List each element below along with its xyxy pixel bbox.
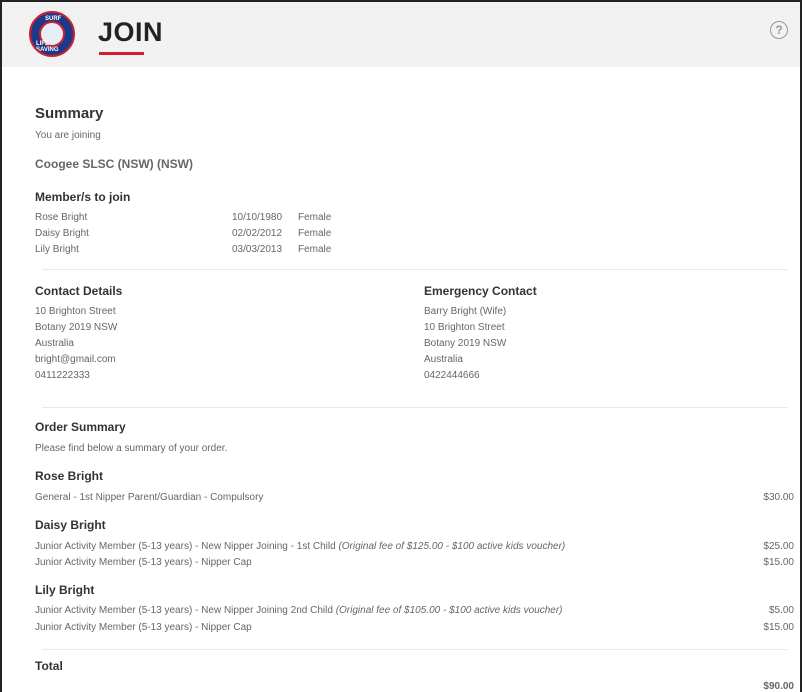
order-item-desc: General - 1st Nipper Parent/Guardian - C… <box>35 492 264 503</box>
order-item-desc: Junior Activity Member (5-13 years) - Ne… <box>35 541 339 552</box>
emergency-phone: 0422444666 <box>424 370 480 381</box>
divider <box>42 407 788 408</box>
order-item-desc: Junior Activity Member (5-13 years) - Ni… <box>35 557 252 568</box>
order-item: Junior Activity Member (5-13 years) - Ne… <box>35 605 562 616</box>
member-dob: 03/03/2013 <box>232 244 283 255</box>
order-group-name: Lily Bright <box>35 583 95 597</box>
order-item-price: $30.00 <box>763 492 794 503</box>
order-item: Junior Activity Member (5-13 years) - Ni… <box>35 622 252 633</box>
member-gender: Female <box>298 228 332 239</box>
surf-life-saving-logo[interactable]: SURF LIFE SAVING <box>29 11 75 57</box>
contact-email: bright@gmail.com <box>35 354 116 365</box>
emergency-heading: Emergency Contact <box>424 284 537 298</box>
member-name: Lily Bright <box>35 244 79 255</box>
divider <box>42 649 788 650</box>
order-item-price: $5.00 <box>768 605 794 616</box>
emergency-line: Barry Bright (Wife) <box>424 306 507 317</box>
order-item-price: $25.00 <box>763 541 794 552</box>
order-heading: Order Summary <box>35 420 126 434</box>
question-circle-icon[interactable]: ? <box>770 21 788 39</box>
order-item-price: $15.00 <box>763 557 794 568</box>
contact-line: Australia <box>35 338 74 349</box>
title-underline <box>99 52 144 55</box>
order-subtitle: Please find below a summary of your orde… <box>35 443 228 454</box>
order-item-desc: Junior Activity Member (5-13 years) - Ne… <box>35 605 336 616</box>
member-dob: 02/02/2012 <box>232 228 283 239</box>
summary-heading: Summary <box>35 105 104 122</box>
page-title: JOIN <box>98 17 164 47</box>
member-name: Rose Bright <box>35 212 88 223</box>
order-group-name: Daisy Bright <box>35 518 106 532</box>
emergency-line: 10 Brighton Street <box>424 322 505 333</box>
member-dob: 10/10/1980 <box>232 212 283 223</box>
member-gender: Female <box>298 244 332 255</box>
order-item-desc: Junior Activity Member (5-13 years) - Ni… <box>35 622 252 633</box>
contact-line: Botany 2019 NSW <box>35 322 118 333</box>
order-item-note: (Original fee of $125.00 - $100 active k… <box>338 541 566 552</box>
member-name: Daisy Bright <box>35 228 89 239</box>
order-item: Junior Activity Member (5-13 years) - Ni… <box>35 557 252 568</box>
emergency-line: Australia <box>424 354 463 365</box>
joining-label: You are joining <box>35 130 101 141</box>
join-page: SURF LIFE SAVING JOIN ? Summary You are … <box>0 0 802 692</box>
order-item: Junior Activity Member (5-13 years) - Ne… <box>35 541 565 552</box>
contact-heading: Contact Details <box>35 284 123 298</box>
members-heading: Member/s to join <box>35 190 131 204</box>
emergency-line: Botany 2019 NSW <box>424 338 507 349</box>
total-label: Total <box>35 659 63 673</box>
total-value: $90.00 <box>763 681 794 692</box>
divider <box>42 269 788 270</box>
contact-line: 10 Brighton Street <box>35 306 116 317</box>
member-gender: Female <box>298 212 332 223</box>
order-item-note: (Original fee of $105.00 - $100 active k… <box>335 605 563 616</box>
contact-phone: 0411222333 <box>35 370 90 381</box>
order-group-name: Rose Bright <box>35 469 104 483</box>
header-bar: SURF LIFE SAVING JOIN ? <box>2 2 800 67</box>
order-item-price: $15.00 <box>763 622 794 633</box>
logo-text-bottom: LIFE SAVING <box>36 41 59 53</box>
logo-text-top: SURF <box>45 16 62 22</box>
order-item: General - 1st Nipper Parent/Guardian - C… <box>35 492 263 503</box>
club-name: Coogee SLSC (NSW) (NSW) <box>35 157 193 171</box>
